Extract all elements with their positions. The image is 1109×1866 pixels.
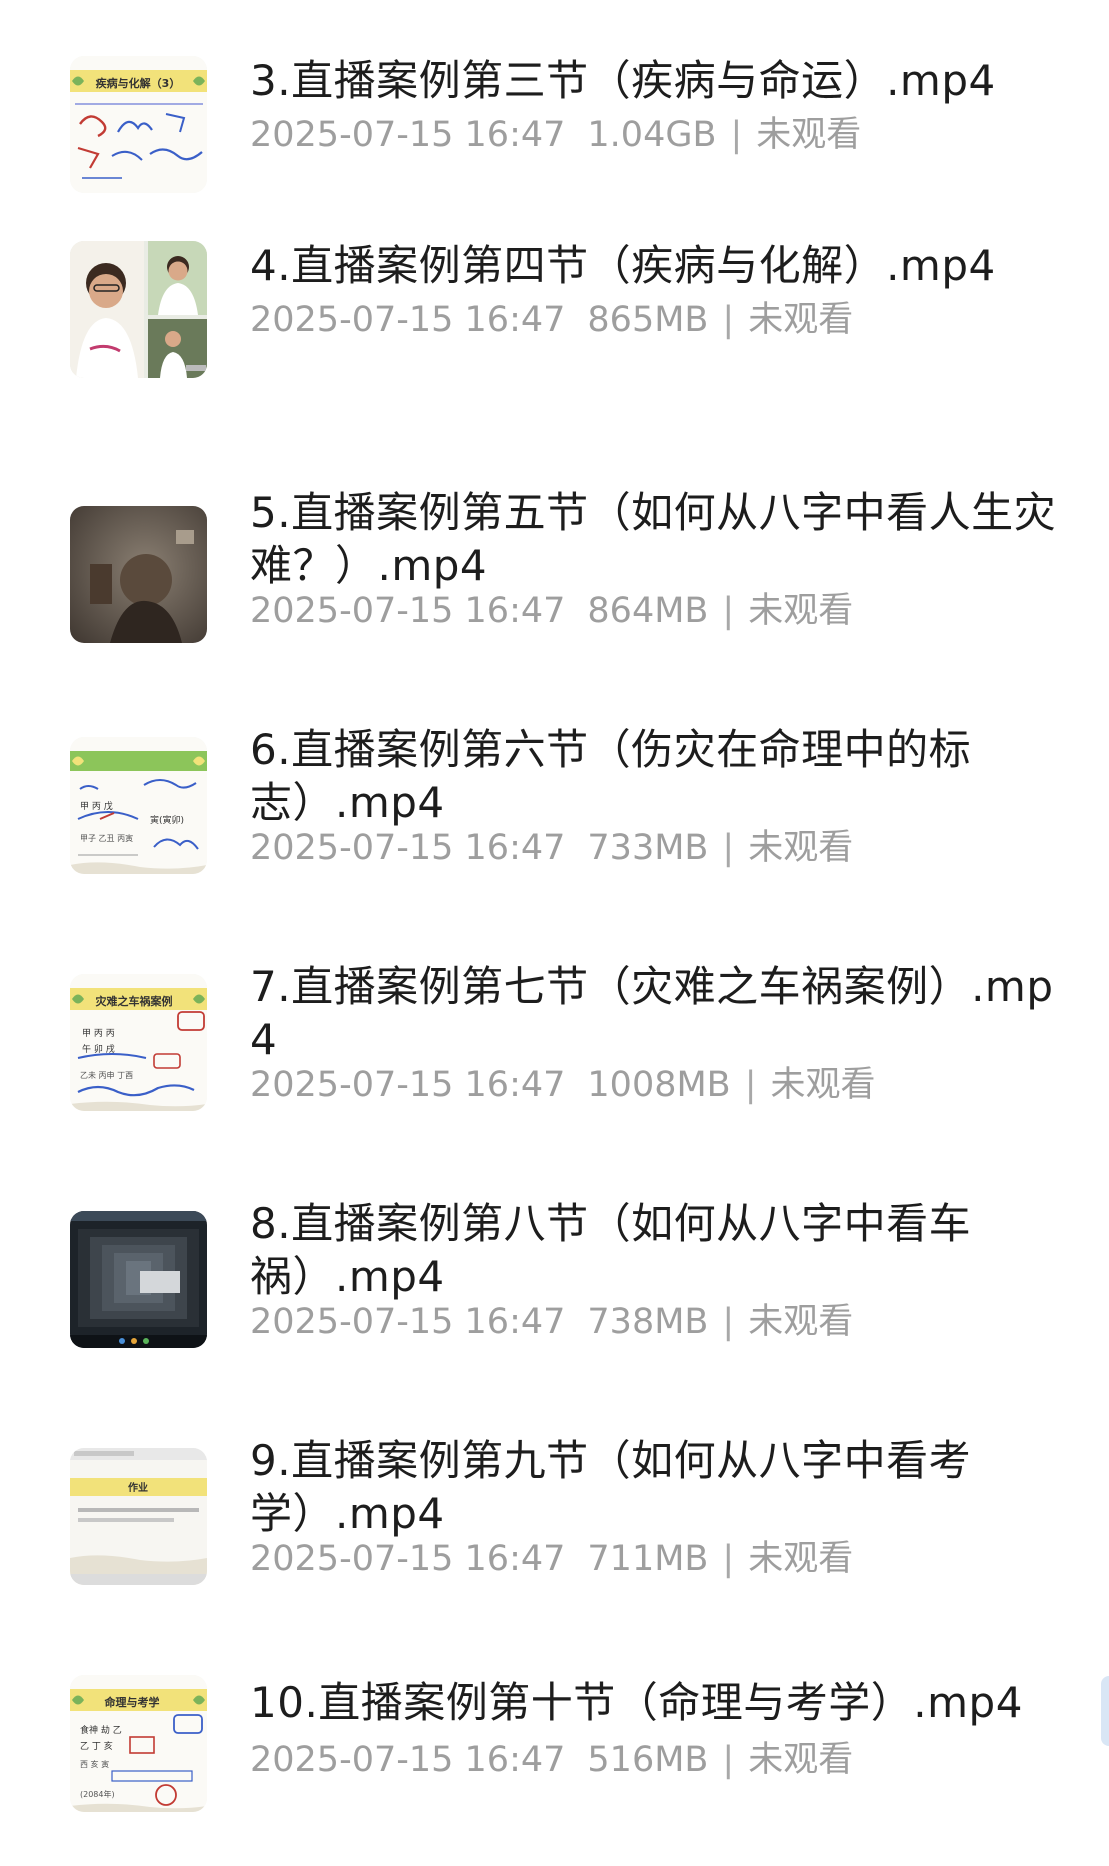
file-title: 8.直播案例第八节（如何从八字中看车祸）.mp4 [250,1199,972,1301]
meta-separator: | [722,300,735,340]
meta-separator: | [730,115,743,155]
meta-separator: | [722,828,735,868]
meta-separator: | [722,1740,735,1780]
file-title: 3.直播案例第三节（疾病与命运）.mp4 [250,56,996,105]
file-title: 9.直播案例第九节（如何从八字中看考学）.mp4 [250,1436,972,1538]
watch-status: 未观看 [770,1065,876,1105]
video-thumbnail: 灾难之车祸案例 甲 丙 丙 午 卯 戌 乙未 丙申 丁酉 [70,974,207,1111]
watch-status: 未观看 [748,828,854,868]
file-size: 738MB [587,1302,709,1342]
whiteboard-notes-thumbnail-icon: 甲 丙 戊 寅(寅卯) 甲子 乙丑 丙寅 [70,737,207,874]
svg-text:寅(寅卯): 寅(寅卯) [150,814,184,826]
file-size: 1.04GB [587,115,717,155]
watch-status: 未观看 [756,115,862,155]
meta-separator: | [722,1539,735,1579]
file-date: 2025-07-15 16:47 [250,591,566,631]
svg-text:甲 丙 戊: 甲 丙 戊 [80,800,113,812]
file-size: 733MB [587,828,709,868]
svg-text:甲 丙 丙: 甲 丙 丙 [82,1028,115,1039]
file-date: 2025-07-15 16:47 [250,1539,566,1579]
svg-text:乙未 丙申 丁酉: 乙未 丙申 丁酉 [80,1070,133,1080]
side-edge-handle[interactable] [1101,1676,1109,1746]
file-size: 516MB [587,1740,709,1780]
video-thumbnail: 作业 [70,1448,207,1585]
watch-status: 未观看 [748,591,854,631]
meta-separator: | [722,591,735,631]
watch-status: 未观看 [748,300,854,340]
file-date: 2025-07-15 16:47 [250,1740,566,1780]
file-meta: 2025-07-15 16:47 1.04GB | 未观看 [250,113,861,157]
list-item[interactable]: 8.直播案例第八节（如何从八字中看车祸）.mp4 2025-07-15 16:4… [0,1199,1109,1371]
meta-separator: | [722,1302,735,1342]
svg-text:乙 丁 亥: 乙 丁 亥 [80,1740,113,1752]
file-list: 疾病与化解（3） 3.直播案例第三节（疾病与命运）.mp4 2025-07-15… [0,0,1109,1866]
file-size: 865MB [587,300,709,340]
whiteboard-notes-thumbnail-icon: 命理与考学 食神 劫 乙 乙 丁 亥 西 亥 寅 (2084年) [70,1675,207,1812]
file-title: 4.直播案例第四节（疾病与化解）.mp4 [250,241,996,290]
list-item[interactable]: 灾难之车祸案例 甲 丙 丙 午 卯 戌 乙未 丙申 丁酉 7.直播案例第七节（灾… [0,962,1109,1134]
desktop-screenshot-thumbnail-icon [70,1211,207,1348]
video-thumbnail [70,241,207,378]
file-date: 2025-07-15 16:47 [250,1065,566,1105]
thumb-label: 作业 [128,1481,148,1494]
video-thumbnail: 疾病与化解（3） [70,56,207,193]
list-item[interactable]: 甲 丙 戊 寅(寅卯) 甲子 乙丑 丙寅 6.直播案例第六节（伤灾在命理中的标志… [0,725,1109,897]
watch-status: 未观看 [748,1539,854,1579]
svg-text:(2084年): (2084年) [80,1789,115,1799]
file-date: 2025-07-15 16:47 [250,115,566,155]
list-item[interactable]: 5.直播案例第五节（如何从八字中看人生灾难？）.mp4 2025-07-15 1… [0,488,1109,660]
thumb-label: 命理与考学 [104,1695,160,1709]
person-photo-collage-thumbnail-icon [70,241,207,378]
file-title: 7.直播案例第七节（灾难之车祸案例）.mp4 [250,962,1054,1064]
video-thumbnail: 甲 丙 戊 寅(寅卯) 甲子 乙丑 丙寅 [70,737,207,874]
file-meta: 2025-07-15 16:47 733MB | 未观看 [250,826,853,870]
slide-document-thumbnail-icon: 作业 [70,1448,207,1585]
file-title: 6.直播案例第六节（伤灾在命理中的标志）.mp4 [250,725,972,827]
file-title: 10.直播案例第十节（命理与考学）.mp4 [250,1678,1023,1727]
file-size: 864MB [587,591,709,631]
video-thumbnail [70,506,207,643]
file-meta: 2025-07-15 16:47 738MB | 未观看 [250,1300,853,1344]
file-meta: 2025-07-15 16:47 711MB | 未观看 [250,1537,853,1581]
file-size: 1008MB [587,1065,731,1105]
file-title: 5.直播案例第五节（如何从八字中看人生灾难？）.mp4 [250,488,1057,590]
file-meta: 2025-07-15 16:47 865MB | 未观看 [250,298,853,342]
watch-status: 未观看 [748,1740,854,1780]
whiteboard-notes-thumbnail-icon: 疾病与化解（3） [70,56,207,193]
dark-room-video-thumbnail-icon [70,506,207,643]
thumb-label: 灾难之车祸案例 [96,994,173,1008]
thumb-label: 疾病与化解（3） [96,76,181,90]
watch-status: 未观看 [748,1302,854,1342]
svg-text:食神 劫 乙: 食神 劫 乙 [80,1724,122,1736]
file-date: 2025-07-15 16:47 [250,828,566,868]
whiteboard-notes-thumbnail-icon: 灾难之车祸案例 甲 丙 丙 午 卯 戌 乙未 丙申 丁酉 [70,974,207,1111]
video-thumbnail [70,1211,207,1348]
list-item[interactable]: 命理与考学 食神 劫 乙 乙 丁 亥 西 亥 寅 (2084年) 10.直播案例… [0,1665,1109,1835]
list-item[interactable]: 4.直播案例第四节（疾病与化解）.mp4 2025-07-15 16:47 865… [0,225,1109,395]
file-meta: 2025-07-15 16:47 516MB | 未观看 [250,1738,853,1782]
file-meta: 2025-07-15 16:47 1008MB | 未观看 [250,1063,876,1107]
file-size: 711MB [587,1539,709,1579]
list-item[interactable]: 作业 9.直播案例第九节（如何从八字中看考学）.mp4 2025-07-15 1… [0,1436,1109,1608]
file-date: 2025-07-15 16:47 [250,1302,566,1342]
meta-separator: | [744,1065,757,1105]
file-date: 2025-07-15 16:47 [250,300,566,340]
list-item[interactable]: 疾病与化解（3） 3.直播案例第三节（疾病与命运）.mp4 2025-07-15… [0,40,1109,210]
svg-text:西 亥 寅: 西 亥 寅 [80,1759,109,1769]
video-thumbnail: 命理与考学 食神 劫 乙 乙 丁 亥 西 亥 寅 (2084年) [70,1675,207,1812]
svg-text:甲子 乙丑 丙寅: 甲子 乙丑 丙寅 [80,833,133,843]
file-meta: 2025-07-15 16:47 864MB | 未观看 [250,589,853,633]
